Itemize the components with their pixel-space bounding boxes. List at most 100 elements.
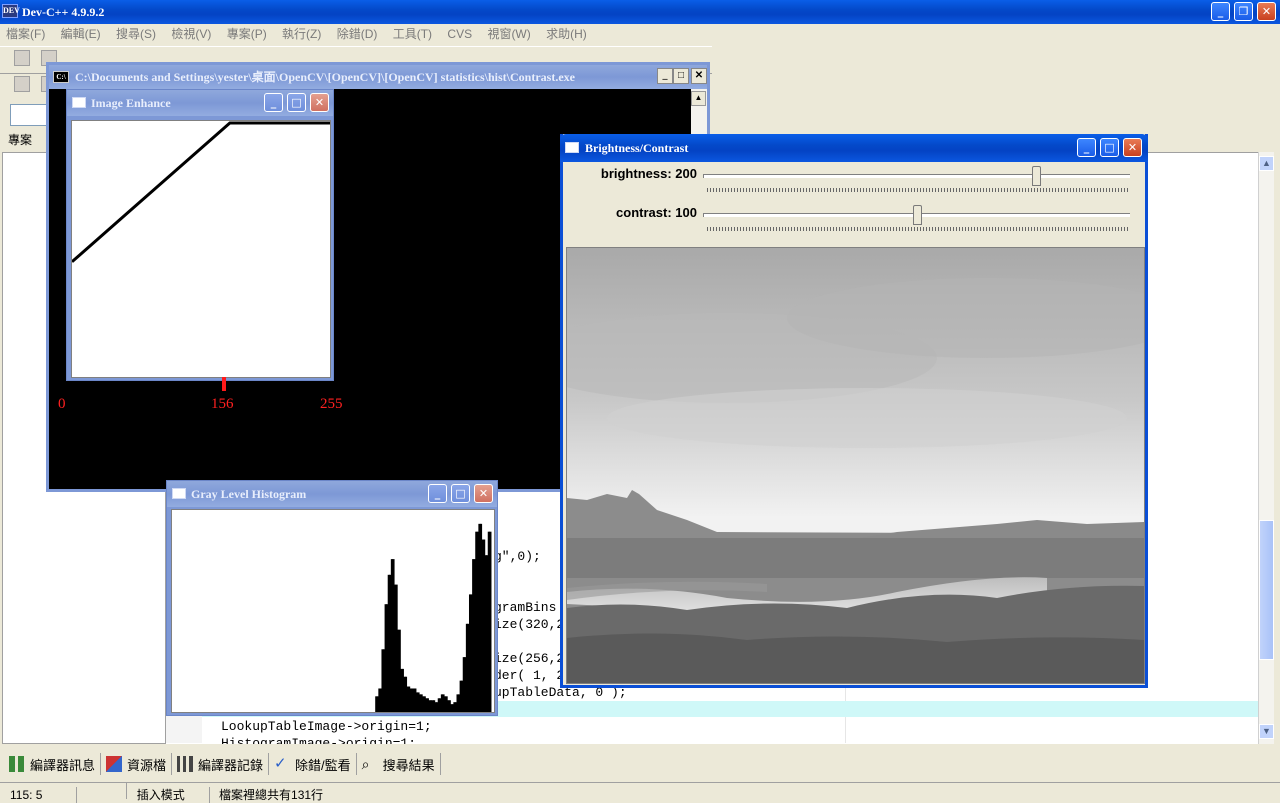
menu-search[interactable]: 搜尋(S) xyxy=(116,27,156,41)
code-line[interactable]: HistogramImage->origin=1; xyxy=(221,736,416,744)
enhance-canvas xyxy=(71,120,331,378)
bc-minimize-button[interactable]: _ xyxy=(1077,138,1096,157)
bc-maximize-button[interactable]: □ xyxy=(1100,138,1119,157)
magnifier-icon: ⌕ xyxy=(361,756,370,772)
code-line[interactable]: ize(320,2 xyxy=(494,617,564,632)
close-button[interactable]: ✕ xyxy=(1257,2,1276,21)
lookup-line xyxy=(71,121,330,263)
console-title: C:\Documents and Settings\yester\桌面\Open… xyxy=(75,70,575,84)
brightness-label-text: brightness: xyxy=(600,166,672,181)
bc-close-button[interactable]: ✕ xyxy=(1123,138,1142,157)
brightness-label: brightness: 200 xyxy=(593,166,697,181)
code-line[interactable]: gramBins xyxy=(494,600,556,615)
scroll-thumb[interactable] xyxy=(1259,520,1274,660)
label-min: 0 xyxy=(58,396,66,412)
console-minimize-button[interactable]: _ xyxy=(657,68,673,84)
menu-help[interactable]: 求助(H) xyxy=(546,27,587,41)
contrast-value: 100 xyxy=(675,205,697,220)
chart-icon xyxy=(177,756,194,772)
console-icon: C:\ xyxy=(53,71,69,83)
tab-compile-log[interactable]: 編譯器記錄 xyxy=(172,753,270,775)
menu-bar: 檔案(F) 編輯(E) 搜尋(S) 檢視(V) 專案(P) 執行(Z) 除錯(D… xyxy=(0,24,1280,44)
ide-app-icon: DEV xyxy=(2,4,20,18)
console-scroll-up[interactable]: ▲ xyxy=(691,91,706,106)
brightness-thumb[interactable] xyxy=(1032,166,1042,186)
scroll-down-arrow[interactable]: ▼ xyxy=(1259,724,1274,739)
menu-file[interactable]: 檔案(F) xyxy=(6,27,45,41)
code-line[interactable]: ize(256,2 xyxy=(494,651,564,666)
code-line[interactable]: LookupTableImage->origin=1; xyxy=(221,719,432,734)
menu-debug[interactable]: 除錯(D) xyxy=(337,27,378,41)
histogram-close-button[interactable]: ✕ xyxy=(474,484,493,503)
status-position: 115: 5 xyxy=(0,787,77,803)
bottom-tab-bar: 編譯器訊息 資源檔 編譯器記錄 ✓ 除錯/監看 ⌕ 搜尋結果 xyxy=(0,750,1280,778)
enhance-maximize-button[interactable]: □ xyxy=(287,93,306,112)
enhance-close-button[interactable]: ✕ xyxy=(310,93,329,112)
toolbar-button[interactable] xyxy=(14,76,30,92)
code-line[interactable]: der( 1, 2 xyxy=(494,668,564,683)
tab-debug-label: 除錯/監看 xyxy=(295,757,351,773)
contrast-label: contrast: 100 xyxy=(593,205,697,220)
histogram-titlebar: Gray Level Histogram _ □ ✕ xyxy=(167,481,497,507)
landscape-image xyxy=(566,247,1145,684)
scroll-up-arrow[interactable]: ▲ xyxy=(1259,156,1274,171)
project-tab[interactable]: 專案 xyxy=(2,130,46,150)
contrast-slider[interactable] xyxy=(703,203,1133,233)
histogram-maximize-button[interactable]: □ xyxy=(451,484,470,503)
bc-titlebar: Brightness/Contrast _ □ ✕ xyxy=(560,134,1148,162)
resources-icon xyxy=(106,756,123,772)
enhance-minimize-button[interactable]: _ xyxy=(264,93,283,112)
marker-tick xyxy=(222,377,226,391)
console-close-button[interactable]: ✕ xyxy=(691,68,707,84)
contrast-thumb[interactable] xyxy=(913,205,922,225)
label-mid: 156 xyxy=(211,396,234,412)
tab-compiler[interactable]: 編譯器訊息 xyxy=(4,753,102,775)
minimize-button[interactable]: _ xyxy=(1211,2,1230,21)
combo-box[interactable] xyxy=(10,104,50,126)
code-line[interactable]: g",0); xyxy=(494,549,541,564)
compiler-icon xyxy=(9,756,25,772)
menu-project[interactable]: 專案(P) xyxy=(227,27,267,41)
contrast-ticks xyxy=(707,227,1129,231)
image-enhance-window: Image Enhance _ □ ✕ xyxy=(66,89,334,381)
menu-tools[interactable]: 工具(T) xyxy=(393,27,432,41)
tab-compile-log-label: 編譯器記錄 xyxy=(198,757,264,773)
console-maximize-button[interactable]: □ xyxy=(673,68,689,84)
restore-button[interactable]: ❐ xyxy=(1234,2,1253,21)
menu-window[interactable]: 視窗(W) xyxy=(487,27,530,41)
status-empty xyxy=(80,783,128,799)
lookup-curve xyxy=(71,121,330,263)
histogram-window: Gray Level Histogram _ □ ✕ xyxy=(166,480,498,716)
menu-edit[interactable]: 編輯(E) xyxy=(61,27,101,41)
menu-view[interactable]: 檢視(V) xyxy=(171,27,211,41)
editor-vertical-scrollbar[interactable]: ▲ ▼ xyxy=(1258,152,1274,744)
tab-search-results[interactable]: ⌕ 搜尋結果 xyxy=(357,753,441,775)
brightness-contrast-window: Brightness/Contrast _ □ ✕ brightness: 20… xyxy=(560,134,1148,688)
label-max: 255 xyxy=(320,396,343,412)
histogram-canvas xyxy=(171,509,495,713)
status-mode: 插入模式 xyxy=(131,787,210,803)
brightness-value: 200 xyxy=(675,166,697,181)
status-bar: 115: 5 插入模式 檔案裡總共有131行 xyxy=(0,782,1280,803)
bc-title: Brightness/Contrast xyxy=(585,141,689,155)
window-icon xyxy=(172,488,186,499)
landscape-photo xyxy=(567,248,1144,683)
status-lines: 檔案裡總共有131行 xyxy=(219,788,324,802)
window-icon xyxy=(72,97,86,108)
tab-resources[interactable]: 資源檔 xyxy=(101,753,173,775)
check-icon: ✓ xyxy=(274,755,287,772)
console-titlebar: C:\ C:\Documents and Settings\yester\桌面\… xyxy=(49,65,707,89)
menu-run[interactable]: 執行(Z) xyxy=(282,27,321,41)
histogram-title: Gray Level Histogram xyxy=(191,487,307,501)
menu-cvs[interactable]: CVS xyxy=(447,27,472,41)
ide-titlebar: DEV Dev-C++ 4.9.9.2 _ ❐ ✕ xyxy=(0,0,1280,24)
tab-compiler-label: 編譯器訊息 xyxy=(30,757,96,773)
tab-debug[interactable]: ✓ 除錯/監看 xyxy=(269,753,357,775)
toolbar-button[interactable] xyxy=(14,50,30,66)
tab-search-results-label: 搜尋結果 xyxy=(382,757,435,773)
contrast-label-text: contrast: xyxy=(616,205,672,220)
brightness-slider[interactable] xyxy=(703,164,1133,194)
histogram-minimize-button[interactable]: _ xyxy=(428,484,447,503)
enhance-titlebar: Image Enhance _ □ ✕ xyxy=(67,90,333,116)
brightness-track xyxy=(703,174,1130,178)
